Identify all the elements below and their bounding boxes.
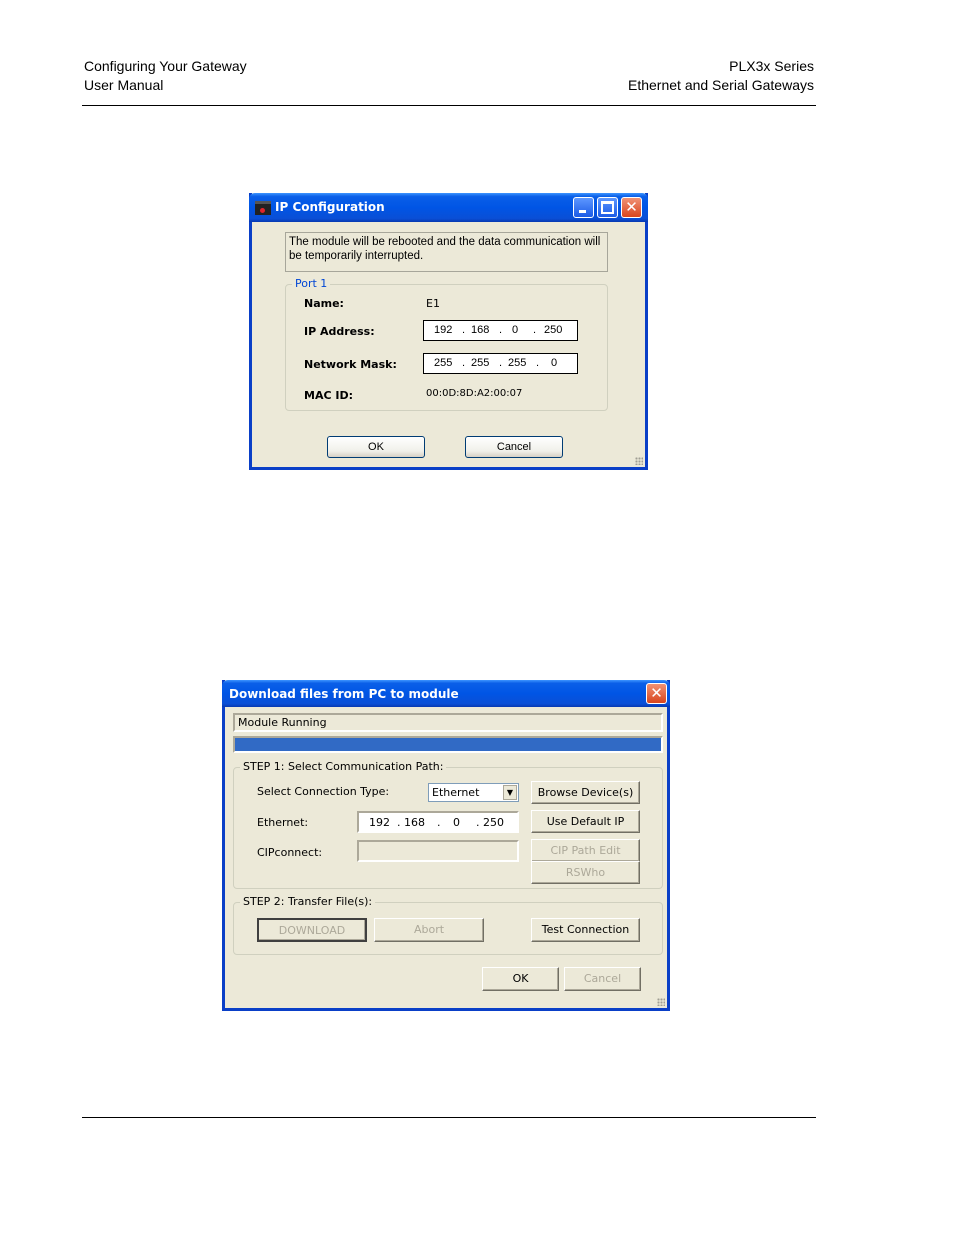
resize-grip[interactable] (657, 998, 665, 1006)
ethernet-octet-2[interactable]: 168 (404, 816, 425, 829)
cipconnect-input[interactable] (357, 840, 519, 862)
cip-path-edit-button[interactable]: CIP Path Edit (531, 839, 640, 862)
status-text: Module Running (238, 716, 327, 729)
ip-octet-4[interactable]: 250 (544, 324, 562, 336)
download-button[interactable]: DOWNLOAD (257, 918, 367, 942)
cancel-button[interactable]: Cancel (564, 967, 641, 991)
ethernet-dot: . (397, 816, 401, 829)
ok-button[interactable]: OK (482, 967, 559, 991)
ethernet-octet-1[interactable]: 192 (369, 816, 390, 829)
cipconnect-label: CIPconnect: (257, 846, 323, 859)
ip-dot: . (462, 324, 466, 336)
mac-id-value: 00:0D:8D:A2:00:07 (426, 388, 523, 399)
ethernet-dot: . (476, 816, 480, 829)
close-icon: ✕ (625, 198, 638, 216)
cancel-button[interactable]: Cancel (465, 436, 563, 458)
abort-button[interactable]: Abort (374, 918, 484, 942)
chapter-title: Configuring Your Gateway (84, 58, 247, 74)
ethernet-octet-3[interactable]: 0 (453, 816, 460, 829)
ip-dialog-title: IP Configuration (275, 200, 385, 214)
ethernet-ip-input[interactable]: 192 . 168 . 0 . 250 (357, 811, 519, 833)
download-dialog: Download files from PC to module ✕ Modul… (222, 680, 670, 1011)
ip-octet-2[interactable]: 168 (471, 324, 489, 336)
minimize-button[interactable] (573, 197, 594, 218)
minimize-icon (579, 210, 586, 213)
ip-dot: . (533, 324, 537, 336)
app-icon (255, 201, 271, 215)
mask-dot: . (462, 357, 466, 369)
use-default-ip-button[interactable]: Use Default IP (531, 810, 640, 833)
browse-devices-button[interactable]: Browse Device(s) (531, 781, 640, 804)
maximize-button[interactable] (597, 197, 618, 218)
name-label: Name: (304, 297, 344, 310)
mask-dot: . (536, 357, 540, 369)
reboot-warning-message: The module will be rebooted and the data… (285, 232, 608, 272)
ethernet-dot: . (437, 816, 441, 829)
connection-type-select[interactable]: Ethernet ▼ (428, 783, 519, 802)
name-value: E1 (426, 297, 440, 310)
ip-dialog-titlebar[interactable]: IP Configuration ✕ (249, 193, 648, 222)
ip-configuration-dialog: IP Configuration ✕ The module will be re… (249, 193, 648, 470)
mask-octet-4[interactable]: 0 (551, 357, 557, 369)
port1-group-label: Port 1 (292, 277, 331, 290)
ip-address-input[interactable]: 192 . 168 . 0 . 250 (423, 320, 578, 341)
mask-octet-1[interactable]: 255 (434, 357, 452, 369)
footer-rule (82, 1117, 816, 1118)
connection-type-value: Ethernet (432, 786, 480, 799)
ip-dot: . (499, 324, 503, 336)
header-right: PLX3x Series Ethernet and Serial Gateway… (628, 57, 814, 95)
mask-dot: . (499, 357, 503, 369)
connection-type-label: Select Connection Type: (257, 785, 390, 798)
rswho-button[interactable]: RSWho (531, 861, 640, 884)
product-description: Ethernet and Serial Gateways (628, 77, 814, 93)
test-connection-button[interactable]: Test Connection (531, 918, 640, 942)
step2-label: STEP 2: Transfer File(s): (240, 895, 376, 908)
manual-title: User Manual (84, 77, 164, 93)
close-button[interactable]: ✕ (646, 683, 667, 704)
step1-label: STEP 1: Select Communication Path: (240, 760, 447, 773)
ip-address-label: IP Address: (304, 325, 375, 338)
close-button[interactable]: ✕ (621, 197, 642, 218)
mask-octet-2[interactable]: 255 (471, 357, 489, 369)
ethernet-octet-4[interactable]: 250 (483, 816, 504, 829)
resize-grip[interactable] (635, 457, 643, 465)
network-mask-input[interactable]: 255 . 255 . 255 . 0 (423, 353, 578, 374)
status-field: Module Running (233, 713, 663, 732)
chevron-down-icon[interactable]: ▼ (503, 785, 517, 800)
mask-octet-3[interactable]: 255 (508, 357, 526, 369)
ip-octet-1[interactable]: 192 (434, 324, 452, 336)
close-icon: ✕ (650, 684, 663, 702)
network-mask-label: Network Mask: (304, 358, 397, 371)
header-rule (82, 105, 816, 106)
download-dialog-titlebar[interactable]: Download files from PC to module ✕ (222, 680, 670, 707)
maximize-icon (601, 201, 614, 214)
ok-button[interactable]: OK (327, 436, 425, 458)
header-left: Configuring Your Gateway User Manual (84, 57, 247, 95)
mac-id-label: MAC ID: (304, 389, 353, 402)
download-dialog-title: Download files from PC to module (229, 687, 459, 701)
ip-octet-3[interactable]: 0 (512, 324, 518, 336)
progress-bar (233, 736, 663, 753)
progress-fill (235, 738, 661, 751)
ethernet-label: Ethernet: (257, 816, 309, 829)
product-series: PLX3x Series (729, 58, 814, 74)
